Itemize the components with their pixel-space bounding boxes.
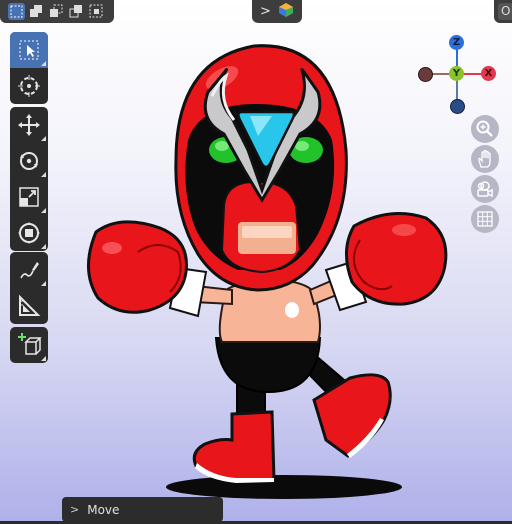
viewport-character-render[interactable] xyxy=(0,0,512,524)
chevron-right-icon: > xyxy=(70,503,80,516)
ground-shadow xyxy=(166,475,402,499)
operator-label: Move xyxy=(87,502,120,517)
shorts xyxy=(214,337,322,394)
left-glove xyxy=(86,220,188,314)
last-operator-panel[interactable]: > Move xyxy=(62,497,223,522)
torso-highlight xyxy=(285,302,299,318)
